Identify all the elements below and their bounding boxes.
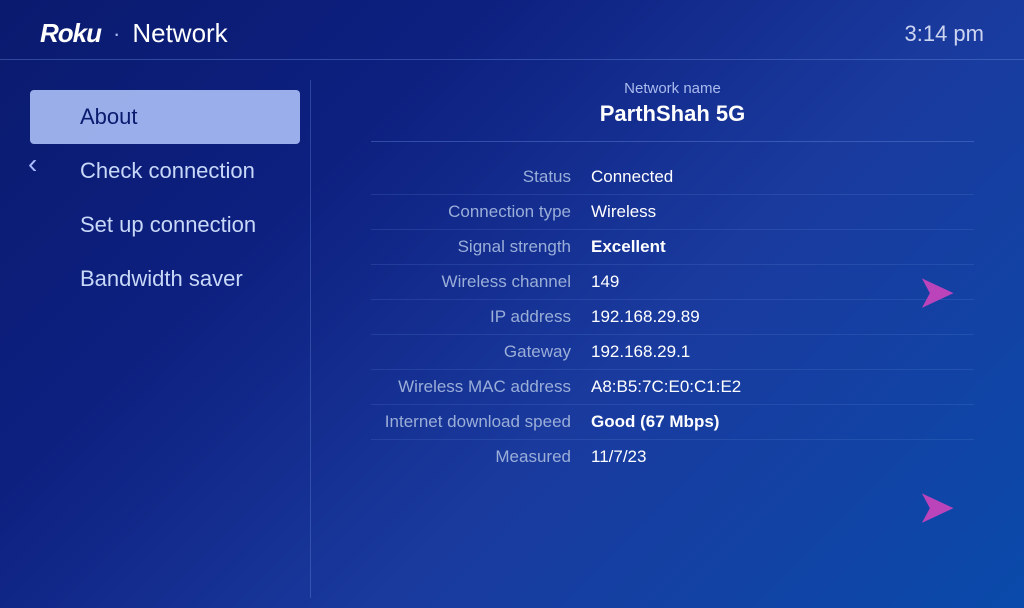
value-wireless-channel: 149 — [591, 272, 974, 292]
sidebar-item-check-connection[interactable]: Check connection — [30, 144, 300, 198]
value-ip-address: 192.168.29.89 — [591, 307, 974, 327]
sidebar-item-about[interactable]: About — [30, 90, 300, 144]
label-status: Status — [371, 167, 591, 187]
sidebar-item-about-label: About — [80, 104, 138, 129]
value-wireless-mac: A8:B5:7C:E0:C1:E2 — [591, 377, 974, 397]
row-download-speed: Internet download speed Good (67 Mbps) — [371, 405, 974, 440]
row-connection-type: Connection type Wireless — [371, 195, 974, 230]
label-gateway: Gateway — [371, 342, 591, 362]
label-wireless-mac: Wireless MAC address — [371, 377, 591, 397]
signal-arrow-annotation: ➤ — [919, 270, 954, 319]
label-ip-address: IP address — [371, 307, 591, 327]
label-wireless-channel: Wireless channel — [371, 272, 591, 292]
right-panel: Network name ParthShah 5G Status Connect… — [310, 80, 1024, 598]
roku-logo: Roku — [40, 18, 101, 49]
network-name-label: Network name — [371, 80, 974, 97]
main-content: ‹ About Check connection Set up connecti… — [0, 60, 1024, 598]
sidebar-item-set-up-connection-label: Set up connection — [80, 212, 256, 237]
row-measured: Measured 11/7/23 — [371, 440, 974, 474]
sidebar-item-bandwidth-saver[interactable]: Bandwidth saver — [30, 252, 300, 306]
value-download-speed: Good (67 Mbps) — [591, 412, 974, 432]
network-name-section: Network name ParthShah 5G — [371, 80, 974, 142]
row-status: Status Connected — [371, 160, 974, 195]
row-gateway: Gateway 192.168.29.1 — [371, 335, 974, 370]
sidebar: About Check connection Set up connection… — [0, 80, 300, 598]
clock: 3:14 pm — [905, 21, 985, 47]
back-arrow[interactable]: ‹ — [28, 148, 37, 180]
network-name-value: ParthShah 5G — [371, 101, 974, 127]
sidebar-item-bandwidth-saver-label: Bandwidth saver — [80, 266, 243, 291]
sidebar-item-check-connection-label: Check connection — [80, 158, 255, 183]
row-wireless-mac: Wireless MAC address A8:B5:7C:E0:C1:E2 — [371, 370, 974, 405]
header-left: Roku · Network — [40, 18, 228, 49]
row-wireless-channel: Wireless channel 149 — [371, 265, 974, 300]
value-signal-strength: Excellent — [591, 237, 974, 257]
sidebar-item-set-up-connection[interactable]: Set up connection — [30, 198, 300, 252]
row-ip-address: IP address 192.168.29.89 — [371, 300, 974, 335]
header-dot: · — [113, 21, 120, 47]
header: Roku · Network 3:14 pm — [0, 0, 1024, 59]
measured-arrow-annotation: ➤ — [919, 485, 954, 534]
page-title: Network — [132, 18, 227, 49]
value-gateway: 192.168.29.1 — [591, 342, 974, 362]
sidebar-nav: About Check connection Set up connection… — [30, 90, 300, 306]
label-measured: Measured — [371, 447, 591, 467]
row-signal-strength: Signal strength Excellent — [371, 230, 974, 265]
value-status: Connected — [591, 167, 974, 187]
value-connection-type: Wireless — [591, 202, 974, 222]
value-measured: 11/7/23 — [591, 447, 974, 467]
label-connection-type: Connection type — [371, 202, 591, 222]
label-download-speed: Internet download speed — [371, 412, 591, 432]
info-table: Status Connected Connection type Wireles… — [371, 160, 974, 474]
label-signal-strength: Signal strength — [371, 237, 591, 257]
